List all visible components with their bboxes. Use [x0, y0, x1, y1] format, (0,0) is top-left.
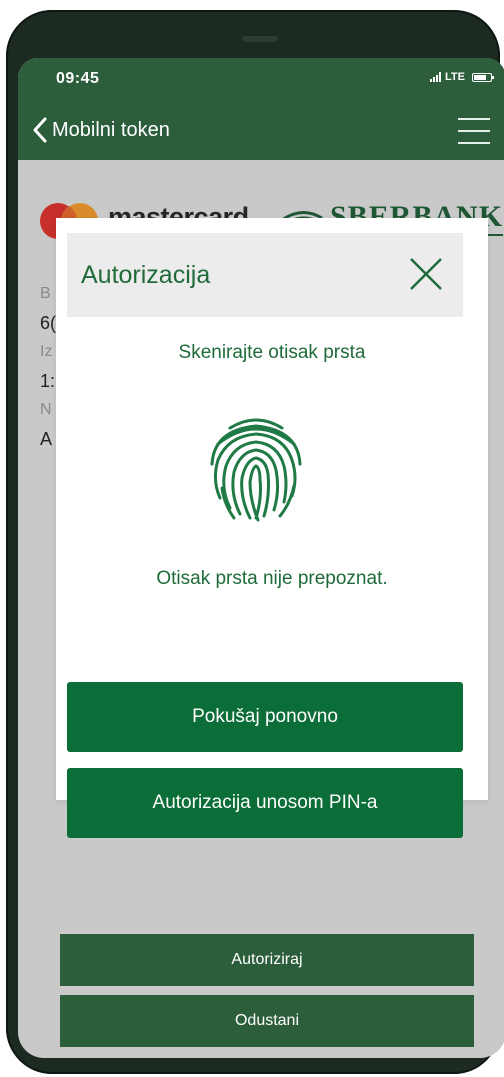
battery-icon	[472, 72, 494, 82]
retry-button[interactable]: Pokušaj ponovno	[67, 682, 463, 752]
scan-prompt: Skenirajte otisak prsta	[178, 342, 366, 363]
status-indicators: LTE	[430, 71, 494, 83]
back-button[interactable]: Mobilni token	[32, 110, 170, 150]
modal-title: Autorizacija	[81, 261, 211, 289]
app-header: 09:45 LTE Mobilni token	[18, 58, 504, 160]
chevron-left-icon	[33, 117, 47, 143]
authorization-modal: Autorizacija Skenirajte otisak prsta Oti…	[56, 218, 488, 838]
cancel-button[interactable]: Odustani	[60, 995, 474, 1047]
status-bar: 09:45 LTE	[18, 58, 504, 98]
status-time: 09:45	[56, 70, 100, 87]
signal-icon	[430, 72, 442, 82]
close-icon[interactable]	[407, 255, 445, 293]
nav-bar: Mobilni token	[18, 108, 504, 154]
modal-header: Autorizacija	[67, 233, 463, 317]
pin-authorization-button[interactable]: Autorizacija unosom PIN-a	[67, 768, 463, 838]
fingerprint-icon	[210, 418, 302, 522]
hamburger-menu-icon[interactable]	[458, 116, 490, 146]
network-label: LTE	[445, 71, 465, 83]
phone-frame: 09:45 LTE Mobilni token mastercard SBERB…	[6, 10, 504, 1074]
authorize-button[interactable]: Autoriziraj	[60, 934, 474, 986]
nav-title: Mobilni token	[52, 118, 170, 141]
app-screen: 09:45 LTE Mobilni token mastercard SBERB…	[18, 58, 504, 1058]
error-message: Otisak prsta nije prepoznat.	[156, 568, 388, 589]
phone-speaker	[242, 36, 278, 42]
